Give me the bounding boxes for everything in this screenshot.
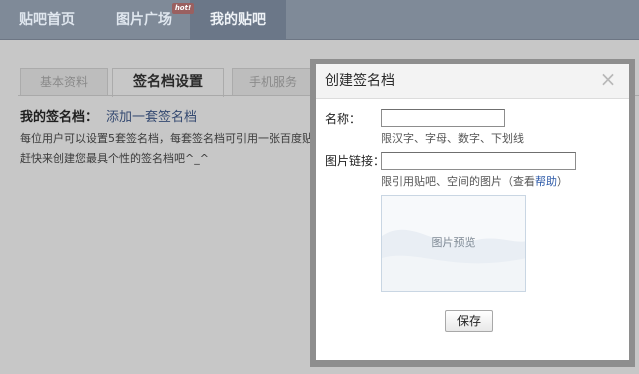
image-link-hint-close: ） [557,175,568,188]
view-link-text: 查看 [513,175,535,188]
hot-badge: hot! [172,3,194,14]
image-link-hint: 限引用贴吧、空间的图片（查看帮助） [381,174,568,190]
signature-title: 我的签名档： [20,110,99,125]
tab-basic-profile[interactable]: 基本资料 [20,68,108,96]
image-link-label: 图片链接： [325,154,386,168]
nav-item-home[interactable]: 贴吧首页 [6,0,88,40]
image-link-input[interactable] [381,152,576,170]
name-input[interactable] [381,109,505,127]
image-preview-label: 图片预览 [431,236,476,249]
save-button[interactable]: 保存 [445,310,493,332]
image-preview-box: 图片预览 [381,195,526,292]
dialog-header: 创建签名档 × [316,64,629,99]
signature-description-line-2: 赶快来创建您最具个性的签名档吧^_^ [20,152,209,165]
signature-description-line-1: 每位用户可以设置5套签名档，每套签名档可引用一张百度贴吧 [20,132,312,145]
signature-heading: 我的签名档： 添加一套签名档 [20,108,197,126]
close-icon[interactable]: × [599,69,617,89]
tab-signature-settings[interactable]: 签名档设置 [112,68,224,97]
name-hint: 限汉字、字母、数字、下划线 [381,132,524,145]
image-link-hint-text: 限引用贴吧、空间的图片（ [381,175,513,188]
tab-mobile-service[interactable]: 手机服务 [232,68,314,96]
add-signature-link[interactable]: 添加一套签名档 [106,110,197,125]
name-label: 名称： [325,112,362,126]
nav-item-my-tieba[interactable]: 我的贴吧 [190,0,286,40]
dialog-title: 创建签名档 [325,73,395,89]
create-signature-dialog: 创建签名档 × 名称： 限汉字、字母、数字、下划线 图片链接： 限引用贴吧、空间… [316,64,629,360]
help-link[interactable]: 帮助 [535,175,557,188]
top-navigation-bar: 贴吧首页 图片广场 我的贴吧 hot! [0,0,639,40]
